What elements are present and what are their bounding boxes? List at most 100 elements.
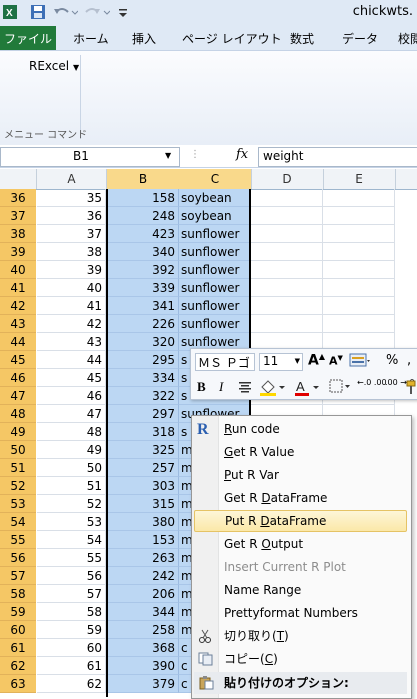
cell-b[interactable]: 334 [107, 369, 179, 387]
row-header[interactable]: 52 [0, 477, 36, 495]
cell-c[interactable]: sunflower [179, 261, 251, 279]
menu-item-get-r-dataframe[interactable]: Get R DataFrame [194, 487, 407, 509]
excel-app-icon[interactable]: X [3, 4, 17, 20]
menu-item-put-r-dataframe[interactable]: Put R DataFrame [194, 510, 407, 532]
row-header[interactable]: 54 [0, 513, 36, 531]
column-header-d[interactable]: D [251, 169, 324, 189]
tab-formulas[interactable]: 数式 [290, 30, 314, 47]
row-header[interactable]: 46 [0, 369, 36, 387]
tab-review[interactable]: 校閲 [398, 30, 417, 47]
shrink-font-button[interactable]: A▼ [329, 354, 343, 368]
cell-e[interactable] [323, 279, 395, 297]
fill-color-icon[interactable] [259, 378, 287, 396]
cell-e[interactable] [323, 261, 395, 279]
percent-style-button[interactable]: % [386, 353, 398, 368]
column-header-b[interactable]: B [107, 169, 180, 189]
menu-item-run-code[interactable]: R Run code [194, 418, 407, 440]
cell-b[interactable]: 303 [107, 477, 179, 495]
row-header[interactable]: 38 [0, 225, 36, 243]
row-header[interactable]: 45 [0, 351, 36, 369]
row-header[interactable]: 57 [0, 567, 36, 585]
cell-b[interactable]: 379 [107, 675, 179, 693]
cell-a[interactable]: 44 [37, 351, 106, 369]
row-header[interactable]: 41 [0, 279, 36, 297]
comma-style-button[interactable]: , [407, 353, 411, 368]
cell-a[interactable]: 51 [37, 477, 106, 495]
cell-d[interactable] [251, 207, 323, 225]
cell-a[interactable]: 43 [37, 333, 106, 351]
cell-b[interactable]: 322 [107, 387, 179, 405]
cell-a[interactable]: 60 [37, 639, 106, 657]
column-header-c[interactable]: C [179, 169, 252, 189]
cell-a[interactable]: 47 [37, 405, 106, 423]
select-all-corner[interactable] [0, 169, 37, 189]
cell-a[interactable]: 50 [37, 459, 106, 477]
cell-d[interactable] [251, 297, 323, 315]
cell-b[interactable]: 339 [107, 279, 179, 297]
redo-icon[interactable] [84, 4, 110, 20]
cell-b[interactable]: 257 [107, 459, 179, 477]
row-header[interactable]: 63 [0, 675, 36, 693]
menu-item-cut[interactable]: 切り取り(T) [194, 625, 407, 647]
cell-d[interactable] [251, 315, 323, 333]
cell-d[interactable] [251, 189, 323, 207]
row-header[interactable]: 62 [0, 657, 36, 675]
row-header[interactable]: 42 [0, 297, 36, 315]
font-size-select[interactable]: 11 ▼ [259, 353, 303, 371]
menu-item-get-r-output[interactable]: Get R Output [194, 533, 407, 555]
cell-a[interactable]: 38 [37, 243, 106, 261]
row-header[interactable]: 61 [0, 639, 36, 657]
cell-c[interactable]: soybean [179, 207, 251, 225]
cell-a[interactable]: 52 [37, 495, 106, 513]
cell-b[interactable]: 226 [107, 315, 179, 333]
row-header[interactable]: 36 [0, 189, 36, 207]
decrease-decimal-button[interactable]: .00 →.0 [385, 379, 415, 387]
save-icon[interactable] [30, 4, 46, 20]
rexcel-menu-button[interactable]: RExcel ▼ [29, 59, 79, 73]
tab-page-layout[interactable]: ページ レイアウト [182, 30, 282, 47]
tab-data[interactable]: データ [342, 30, 378, 47]
menu-item-get-r-value[interactable]: Get R Value [194, 441, 407, 463]
cell-b[interactable]: 325 [107, 441, 179, 459]
cell-b[interactable]: 340 [107, 243, 179, 261]
cell-b[interactable]: 297 [107, 405, 179, 423]
grow-font-button[interactable]: A▲ [308, 352, 325, 369]
name-box[interactable]: B1 ▼ [0, 147, 180, 167]
row-header[interactable]: 43 [0, 315, 36, 333]
cell-b[interactable]: 206 [107, 585, 179, 603]
cell-c[interactable]: soybean [179, 189, 251, 207]
cell-a[interactable]: 46 [37, 387, 106, 405]
chevron-down-icon[interactable]: ▼ [165, 151, 171, 160]
cell-a[interactable]: 39 [37, 261, 106, 279]
undo-icon[interactable] [52, 4, 78, 20]
italic-button[interactable]: I [219, 379, 223, 395]
row-header[interactable]: 59 [0, 603, 36, 621]
row-header[interactable]: 39 [0, 243, 36, 261]
cell-b[interactable]: 380 [107, 513, 179, 531]
cell-e[interactable] [323, 315, 395, 333]
cell-a[interactable]: 37 [37, 225, 106, 243]
cell-a[interactable]: 62 [37, 675, 106, 693]
cell-a[interactable]: 59 [37, 621, 106, 639]
cell-a[interactable]: 35 [37, 189, 106, 207]
cell-c[interactable]: sunflower [179, 297, 251, 315]
row-header[interactable]: 37 [0, 207, 36, 225]
bold-button[interactable]: B [197, 379, 206, 395]
row-header[interactable]: 48 [0, 405, 36, 423]
cell-b[interactable]: 341 [107, 297, 179, 315]
cell-d[interactable] [251, 279, 323, 297]
format-painter-icon[interactable] [405, 379, 417, 395]
cell-e[interactable] [323, 297, 395, 315]
cell-b[interactable]: 258 [107, 621, 179, 639]
cell-b[interactable]: 248 [107, 207, 179, 225]
cell-a[interactable]: 54 [37, 531, 106, 549]
format-style-icon[interactable] [349, 352, 371, 370]
column-header-e[interactable]: E [323, 169, 396, 189]
cell-b[interactable]: 320 [107, 333, 179, 351]
cell-a[interactable]: 61 [37, 657, 106, 675]
cell-b[interactable]: 263 [107, 549, 179, 567]
cell-c[interactable]: sunflower [179, 225, 251, 243]
cell-a[interactable]: 42 [37, 315, 106, 333]
row-header[interactable]: 50 [0, 441, 36, 459]
cell-b[interactable]: 295 [107, 351, 179, 369]
